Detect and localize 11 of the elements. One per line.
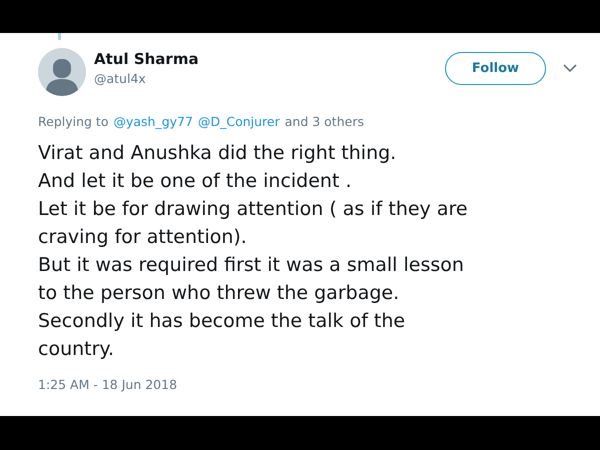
chevron-down-icon[interactable] xyxy=(563,64,577,73)
author-handle: @atul4x xyxy=(94,71,147,86)
replying-label: Replying to xyxy=(38,114,108,129)
mention-link[interactable]: @yash_gy77 xyxy=(113,114,193,129)
tweet-timestamp: 1:25 AM - 18 Jun 2018 xyxy=(38,377,178,392)
mention-link[interactable]: @D_Conjurer xyxy=(198,114,280,129)
others-label: and 3 others xyxy=(284,114,364,129)
follow-button[interactable]: Follow xyxy=(445,52,546,85)
tweet-text: Virat and Anushka did the right thing. And let it be one of the incident . Let it be for drawing attention ( as if they are craving for attention). But it was required first it was a small lesson to the person who threw the garbage. Secondly it has become the talk of the country. xyxy=(38,141,469,362)
author-name: Atul Sharma xyxy=(94,50,200,68)
avatar-icon xyxy=(38,48,86,96)
